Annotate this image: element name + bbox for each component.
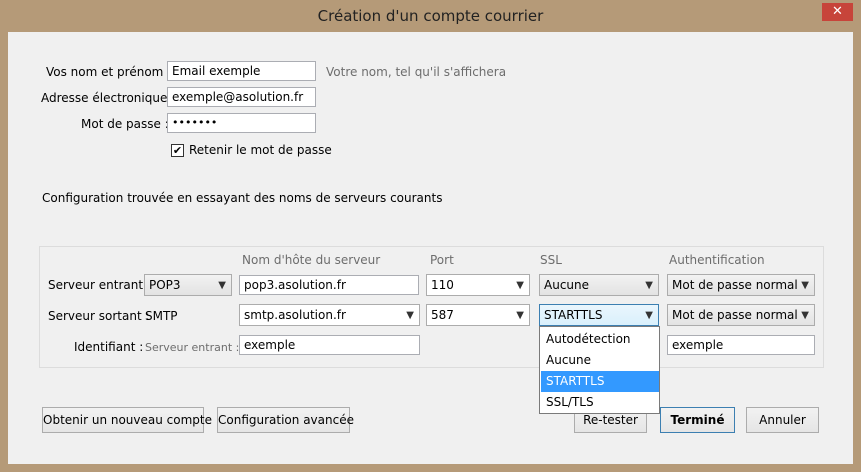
outgoing-protocol: SMTP bbox=[145, 309, 178, 323]
outgoing-identifier-field[interactable]: exemple bbox=[667, 335, 815, 355]
outgoing-auth-value: Mot de passe normal bbox=[672, 308, 798, 322]
incoming-ssl-select[interactable]: Aucune ▼ bbox=[539, 274, 659, 296]
outgoing-ssl-select[interactable]: STARTTLS ▼ bbox=[539, 304, 659, 326]
outgoing-auth-select[interactable]: Mot de passe normal ▼ bbox=[667, 304, 815, 326]
incoming-server-label: Serveur entrant : bbox=[48, 278, 151, 292]
chevron-down-icon: ▼ bbox=[645, 280, 653, 291]
chevron-down-icon: ▼ bbox=[645, 310, 653, 321]
outgoing-hostname-select[interactable]: smtp.asolution.fr ▼ bbox=[239, 304, 420, 326]
chevron-down-icon: ▼ bbox=[801, 310, 809, 321]
chevron-down-icon: ▼ bbox=[516, 280, 524, 291]
name-field[interactable]: Email exemple bbox=[167, 61, 316, 81]
outgoing-port-value: 587 bbox=[431, 308, 454, 322]
cancel-button[interactable]: Annuler bbox=[746, 407, 819, 433]
outgoing-ssl-value: STARTTLS bbox=[544, 308, 603, 322]
identifier-label: Identifiant : bbox=[74, 340, 144, 354]
chevron-down-icon: ▼ bbox=[801, 280, 809, 291]
ssl-option-autodetect[interactable]: Autodétection bbox=[541, 329, 659, 350]
incoming-port-select[interactable]: 110 ▼ bbox=[426, 274, 530, 296]
done-button[interactable]: Terminé bbox=[660, 407, 735, 433]
incoming-auth-value: Mot de passe normal bbox=[672, 278, 798, 292]
ssl-dropdown-list: Autodétection Aucune STARTTLS SSL/TLS bbox=[539, 326, 660, 414]
ssl-option-ssltls[interactable]: SSL/TLS bbox=[541, 392, 659, 413]
advanced-config-button[interactable]: Configuration avancée bbox=[217, 407, 354, 433]
name-hint: Votre nom, tel qu'il s'affichera bbox=[326, 65, 507, 79]
remember-password-checkbox[interactable]: ✔ bbox=[171, 144, 184, 157]
dialog-client-area: Vos nom et prénom : Email exemple Votre … bbox=[8, 32, 853, 464]
chevron-down-icon: ▼ bbox=[218, 280, 226, 291]
port-header: Port bbox=[430, 253, 454, 267]
auth-header: Authentification bbox=[669, 253, 765, 267]
ssl-header: SSL bbox=[540, 253, 562, 267]
outgoing-server-label: Serveur sortant : bbox=[48, 309, 150, 323]
email-field[interactable]: exemple@asolution.fr bbox=[167, 87, 316, 107]
name-label: Vos nom et prénom : bbox=[46, 65, 172, 79]
email-label: Adresse électronique : bbox=[41, 91, 176, 105]
password-label: Mot de passe : bbox=[81, 117, 169, 131]
incoming-hostname-field[interactable]: pop3.asolution.fr bbox=[239, 275, 419, 295]
incoming-protocol-value: POP3 bbox=[149, 278, 181, 292]
chevron-down-icon: ▼ bbox=[516, 310, 524, 321]
chevron-down-icon: ▼ bbox=[406, 310, 414, 321]
ssl-option-starttls[interactable]: STARTTLS bbox=[541, 371, 659, 392]
incoming-ssl-value: Aucune bbox=[544, 278, 590, 292]
close-button[interactable]: ✕ bbox=[822, 3, 853, 21]
incoming-protocol-select[interactable]: POP3 ▼ bbox=[144, 274, 232, 296]
status-message: Configuration trouvée en essayant des no… bbox=[42, 191, 443, 205]
window-title: Création d'un compte courrier bbox=[317, 7, 544, 25]
password-field[interactable]: ••••••• bbox=[167, 113, 316, 133]
incoming-auth-select[interactable]: Mot de passe normal ▼ bbox=[667, 274, 815, 296]
title-bar: Création d'un compte courrier ✕ bbox=[0, 0, 861, 32]
incoming-identifier-field[interactable]: exemple bbox=[239, 335, 420, 355]
incoming-port-value: 110 bbox=[431, 278, 454, 292]
remember-password-label: Retenir le mot de passe bbox=[189, 143, 332, 157]
new-account-button[interactable]: Obtenir un nouveau compte bbox=[42, 407, 212, 433]
hostname-header: Nom d'hôte du serveur bbox=[242, 253, 381, 267]
identifier-incoming-sublabel: Serveur entrant : bbox=[145, 341, 240, 354]
outgoing-port-select[interactable]: 587 ▼ bbox=[426, 304, 530, 326]
outgoing-hostname-value: smtp.asolution.fr bbox=[244, 308, 346, 322]
ssl-option-none[interactable]: Aucune bbox=[541, 350, 659, 371]
